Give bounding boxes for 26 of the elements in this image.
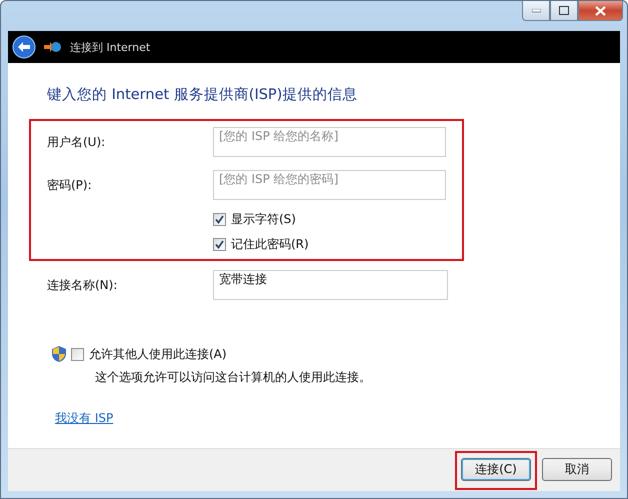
checkmark-icon: [215, 240, 224, 249]
field-label: 连接名称(N):: [47, 276, 118, 294]
dialog-button[interactable]: 取消: [542, 458, 612, 480]
shield-icon: [52, 346, 66, 362]
input-field[interactable]: [您的 ISP 给您的密码]: [213, 170, 446, 200]
input-field[interactable]: 宽带连接: [213, 270, 448, 300]
close-icon: [595, 6, 606, 16]
maximize-button[interactable]: [550, 1, 578, 21]
minimize-icon: [532, 8, 540, 12]
no-isp-link[interactable]: 我没有 ISP: [55, 410, 114, 427]
dialog-button[interactable]: 连接(C): [461, 458, 531, 480]
checkbox[interactable]: 记住此密码(R): [213, 232, 446, 257]
maximize-icon: [559, 6, 569, 15]
minimize-button[interactable]: [522, 1, 550, 21]
close-button[interactable]: [578, 1, 623, 21]
checkbox[interactable]: 允许其他人使用此连接(A): [71, 342, 227, 366]
network-globe-icon: [44, 40, 62, 54]
option-description: 这个选项允许可以访问这台计算机的人使用此连接。: [95, 369, 372, 386]
back-icon[interactable]: [12, 35, 36, 59]
input-field[interactable]: [您的 ISP 给您的名称]: [213, 127, 446, 157]
field-label: 密码(P):: [47, 176, 93, 194]
window-title: 连接到 Internet: [70, 40, 150, 54]
page-heading: 键入您的 Internet 服务提供商(ISP)提供的信息: [47, 86, 358, 104]
field-label: 用户名(U):: [47, 134, 106, 150]
checkmark-icon: [215, 215, 224, 224]
checkbox[interactable]: 显示字符(S): [213, 207, 446, 232]
